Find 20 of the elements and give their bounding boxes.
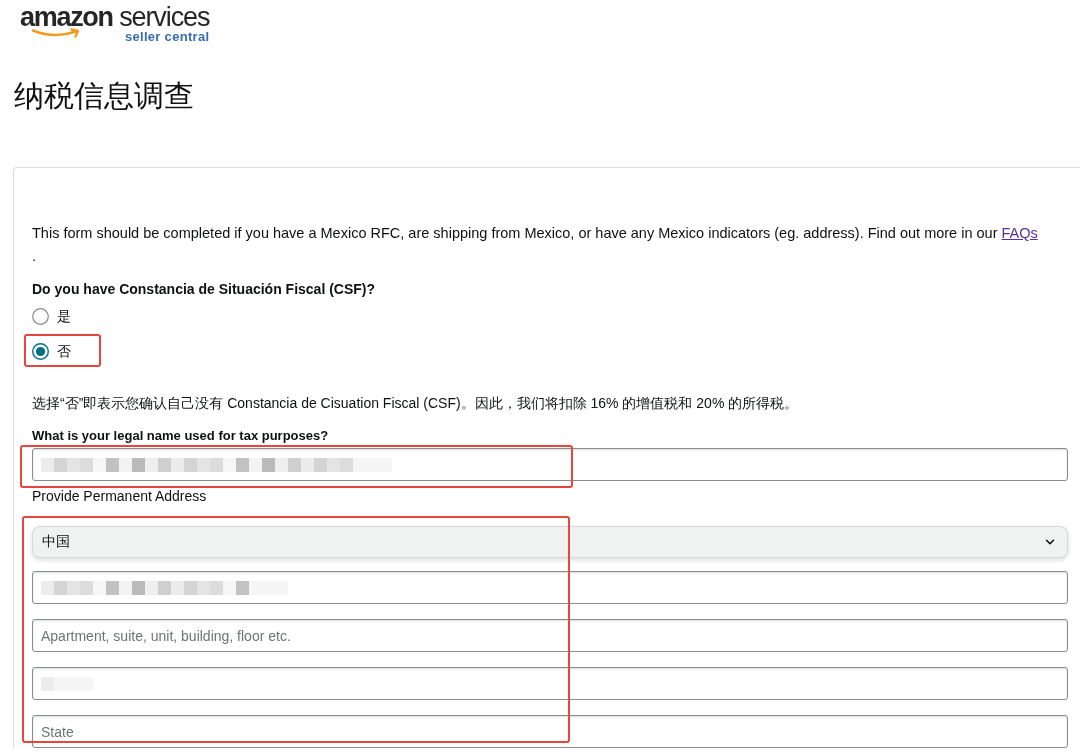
radio-option[interactable]: 是 — [32, 306, 71, 326]
input-field[interactable] — [32, 667, 1068, 700]
logo-wordmark: amazon services — [20, 3, 210, 31]
radio-option[interactable]: 否 — [32, 341, 71, 361]
input-field[interactable]: State — [32, 715, 1068, 748]
country-select[interactable]: 中国 — [32, 526, 1068, 558]
input-field[interactable] — [32, 571, 1068, 604]
field-label: What is your legal name used for tax purposes? — [32, 427, 330, 445]
notice-text: 选择“否”即表示您确认自己没有 Constancia de Cisuation Fiscal (CSF)。因此，我们将扣除 16% 的增值税和 20% 的所得税。 — [32, 394, 800, 413]
input-field[interactable] — [32, 448, 1068, 481]
input-field[interactable]: Apartment, suite, unit, building, floor etc. — [32, 619, 1068, 652]
faq-link[interactable]: FAQs — [1001, 225, 1038, 241]
smile-arrow-icon — [32, 28, 82, 39]
radio-empty-icon[interactable] — [32, 307, 49, 325]
page-title: 纳税信息调查 — [14, 78, 195, 114]
radio-selected-icon[interactable] — [32, 342, 49, 360]
field-label: Provide Permanent Address — [32, 487, 208, 505]
question-label: Do you have Constancia de Situación Fiscal (CSF)? — [32, 280, 377, 299]
logo-tagline: seller central — [124, 30, 210, 44]
intro-text: This form should be completed if you have a Mexico RFC, are shipping from Mexico, or have any Mexico indicators (eg. address). Find out more in our FAQs . — [32, 224, 1039, 266]
